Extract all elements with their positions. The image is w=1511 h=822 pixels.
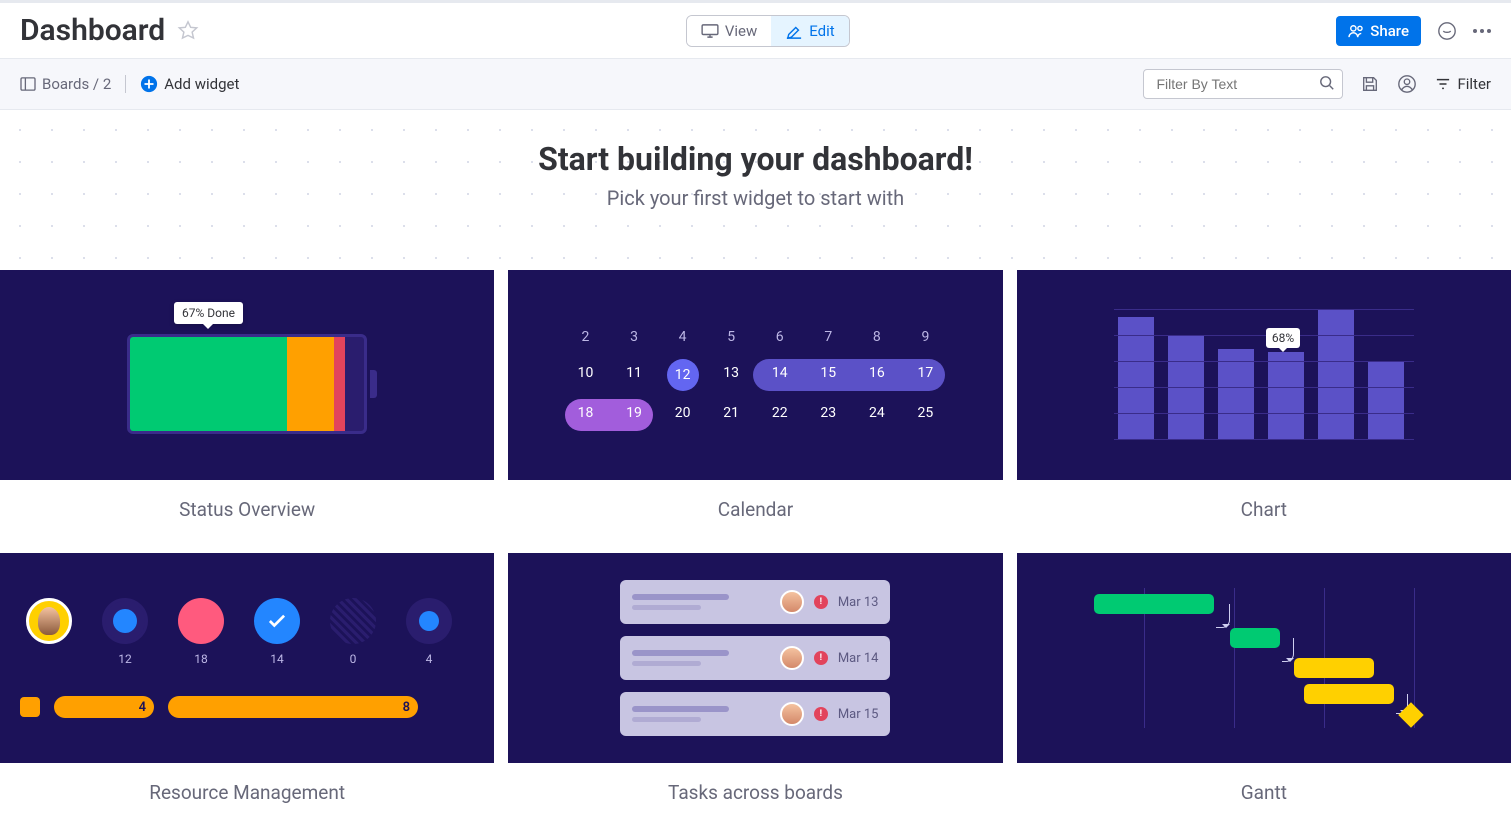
view-button[interactable]: View [687, 16, 771, 46]
board-icon [20, 77, 36, 91]
feedback-icon[interactable] [1437, 21, 1457, 41]
edit-button[interactable]: Edit [771, 16, 848, 46]
subheader: Boards / 2 Add widget Filter [0, 59, 1511, 110]
widget-tasks[interactable]: !Mar 13 !Mar 14 !Mar 15 Tasks across boa… [508, 553, 1002, 822]
widget-grid: 67% Done Status Overview 23456789 101112… [0, 270, 1511, 822]
filter-button[interactable]: Filter [1435, 75, 1491, 93]
filter-icon [1435, 77, 1451, 91]
avatar [26, 598, 72, 644]
alert-icon: ! [814, 707, 828, 721]
task-row: !Mar 15 [620, 692, 890, 736]
hero-subtitle: Pick your first widget to start with [0, 186, 1511, 210]
hero-title: Start building your dashboard! [0, 140, 1511, 178]
search-icon [1319, 75, 1335, 91]
add-widget-button[interactable]: Add widget [140, 75, 239, 93]
person-icon[interactable] [1397, 74, 1417, 94]
task-row: !Mar 14 [620, 636, 890, 680]
status-tooltip: 67% Done [174, 302, 243, 324]
share-button[interactable]: Share [1336, 16, 1421, 46]
alert-icon: ! [814, 651, 828, 665]
widget-calendar[interactable]: 23456789 1011121314151617 18192021222324… [508, 270, 1002, 539]
header: Dashboard View Edit Share [0, 3, 1511, 59]
widget-gantt[interactable]: Gantt [1017, 553, 1511, 822]
widget-resource-management[interactable]: 12 18 14 0 4 4 8 Resource Management [0, 553, 494, 822]
avatar [780, 646, 804, 670]
check-circle-icon [254, 598, 300, 644]
view-edit-toggle: View Edit [686, 15, 850, 47]
alert-icon: ! [814, 595, 828, 609]
chart-tooltip: 68% [1266, 328, 1300, 348]
widget-chart[interactable]: 68% Chart [1017, 270, 1511, 539]
avatar [780, 702, 804, 726]
more-menu-button[interactable] [1473, 29, 1491, 33]
page-title: Dashboard [20, 13, 165, 48]
gantt-chart [1094, 588, 1434, 728]
task-row: !Mar 13 [620, 580, 890, 624]
save-icon[interactable] [1361, 75, 1379, 93]
monitor-icon [701, 24, 719, 38]
avatar [780, 590, 804, 614]
battery-icon [127, 334, 367, 434]
people-icon [1348, 24, 1364, 38]
filter-text-input[interactable] [1143, 69, 1343, 99]
widget-status-overview[interactable]: 67% Done Status Overview [0, 270, 494, 539]
edit-icon [785, 23, 803, 39]
bar-chart: 68% [1114, 310, 1414, 440]
hero-section: Start building your dashboard! Pick your… [0, 110, 1511, 270]
calendar-grid: 23456789 1011121314151617 18192021222324… [565, 315, 945, 435]
favorite-star-icon[interactable] [177, 20, 199, 42]
boards-count-button[interactable]: Boards / 2 [20, 75, 111, 93]
plus-circle-icon [140, 75, 158, 93]
